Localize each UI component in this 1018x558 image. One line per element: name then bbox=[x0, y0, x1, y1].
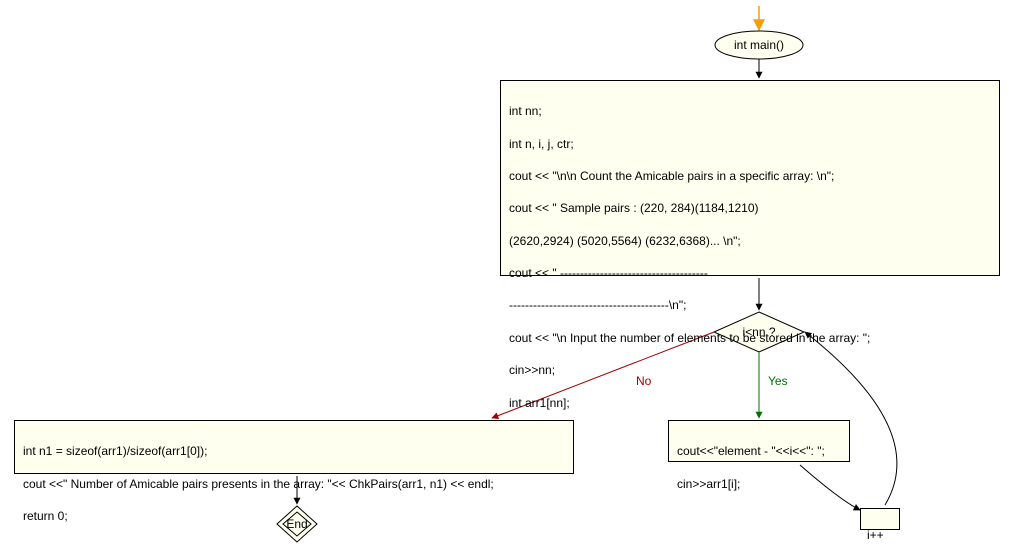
label-no: No bbox=[636, 374, 651, 388]
init-l4: (2620,2924) (5020,5564) (6232,6368)... \… bbox=[509, 233, 991, 249]
init-l1: int n, i, j, ctr; bbox=[509, 136, 991, 152]
node-loop-body: cout<<"element - "<<i<<": "; cin>>arr1[i… bbox=[668, 420, 850, 462]
node-init: int nn; int n, i, j, ctr; cout << "\n\n … bbox=[500, 80, 1000, 276]
node-start bbox=[715, 31, 803, 59]
loop-l1: cin>>arr1[i]; bbox=[677, 476, 841, 492]
init-l5: cout << " ------------------------------… bbox=[509, 265, 991, 281]
init-l2: cout << "\n\n Count the Amicable pairs i… bbox=[509, 168, 991, 184]
label-yes: Yes bbox=[768, 374, 788, 388]
loop-l0: cout<<"element - "<<i<<": "; bbox=[677, 443, 841, 459]
init-l6: ----------------------------------------… bbox=[509, 297, 991, 313]
res-l1: cout <<" Number of Amicable pairs presen… bbox=[23, 476, 565, 492]
init-l7: cout << "\n Input the number of elements… bbox=[509, 330, 991, 346]
init-l3: cout << " Sample pairs : (220, 284)(1184… bbox=[509, 200, 991, 216]
res-l2: return 0; bbox=[23, 508, 565, 524]
init-l0: int nn; bbox=[509, 103, 991, 119]
init-l9: int arr1[nn]; bbox=[509, 395, 991, 411]
node-result: int n1 = sizeof(arr1)/sizeof(arr1[0]); c… bbox=[14, 420, 574, 474]
init-l8: cin>>nn; bbox=[509, 362, 991, 378]
start-label: int main() bbox=[734, 38, 784, 52]
node-increment: i++ bbox=[860, 508, 900, 530]
res-l0: int n1 = sizeof(arr1)/sizeof(arr1[0]); bbox=[23, 443, 565, 459]
inc-label: i++ bbox=[867, 527, 893, 543]
